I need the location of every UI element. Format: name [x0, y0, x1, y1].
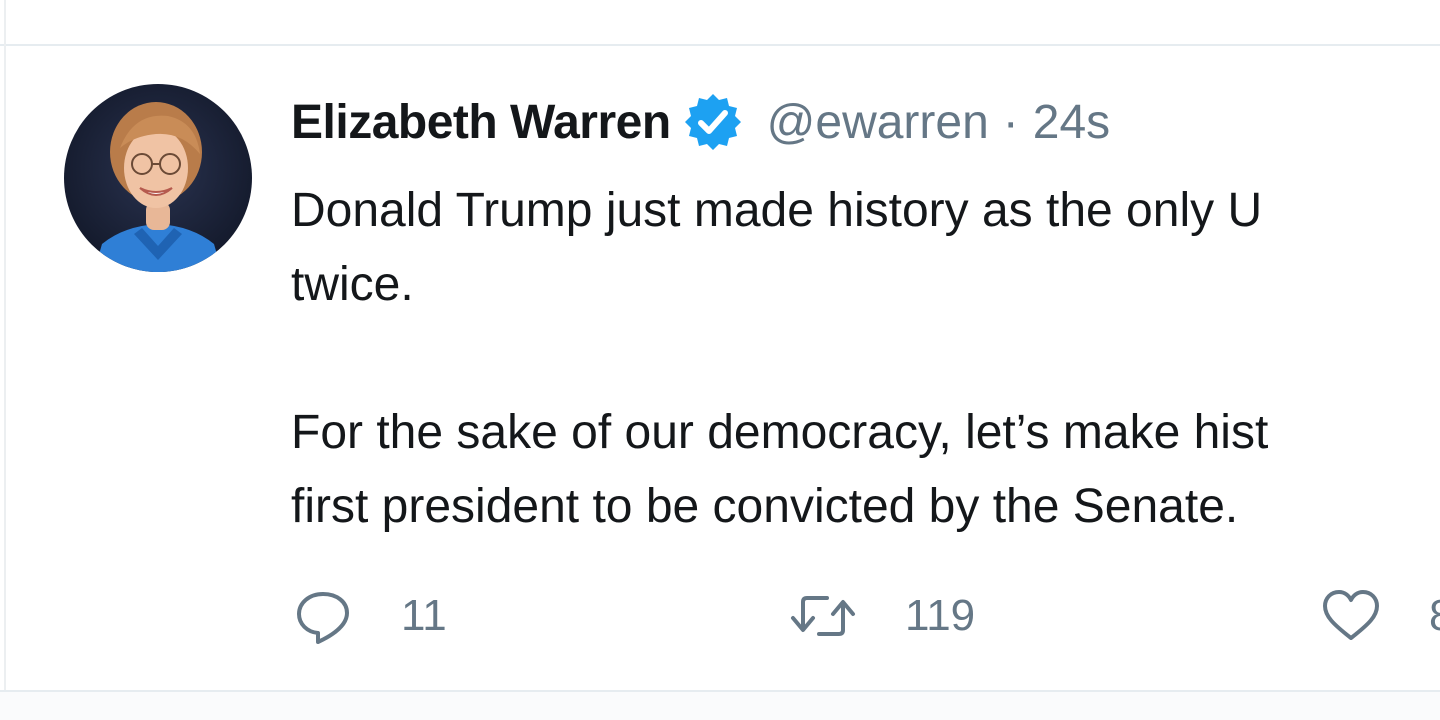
header-separator: ·	[1002, 95, 1019, 149]
tweet-timestamp[interactable]: 24s	[1033, 95, 1110, 150]
next-tweet-strip	[0, 692, 1440, 720]
tweet-header: Elizabeth Warren @ewarren · 24s	[291, 90, 1110, 154]
reply-button[interactable]: 11	[291, 584, 447, 648]
like-button[interactable]: 8	[1319, 584, 1440, 648]
author-name[interactable]: Elizabeth Warren	[291, 95, 671, 150]
tweet-text: Donald Trump just made history as the on…	[291, 184, 1269, 533]
retweet-icon	[787, 584, 859, 648]
tweet-actions: 11 119 8	[291, 584, 1440, 648]
avatar[interactable]	[64, 84, 252, 272]
timeline-left-border	[4, 0, 6, 720]
heart-icon	[1319, 584, 1383, 648]
like-count: 8	[1429, 591, 1440, 641]
retweet-count: 119	[905, 591, 976, 640]
retweet-button[interactable]: 119	[787, 584, 975, 648]
reply-count: 11	[401, 591, 447, 640]
reply-icon	[291, 584, 355, 648]
previous-tweet-strip	[0, 0, 1440, 46]
avatar-portrait-icon	[64, 84, 252, 272]
tweet-screen: Elizabeth Warren @ewarren · 24s Donald T…	[0, 0, 1440, 720]
author-handle[interactable]: @ewarren	[767, 95, 989, 150]
verified-badge-icon	[681, 90, 745, 154]
